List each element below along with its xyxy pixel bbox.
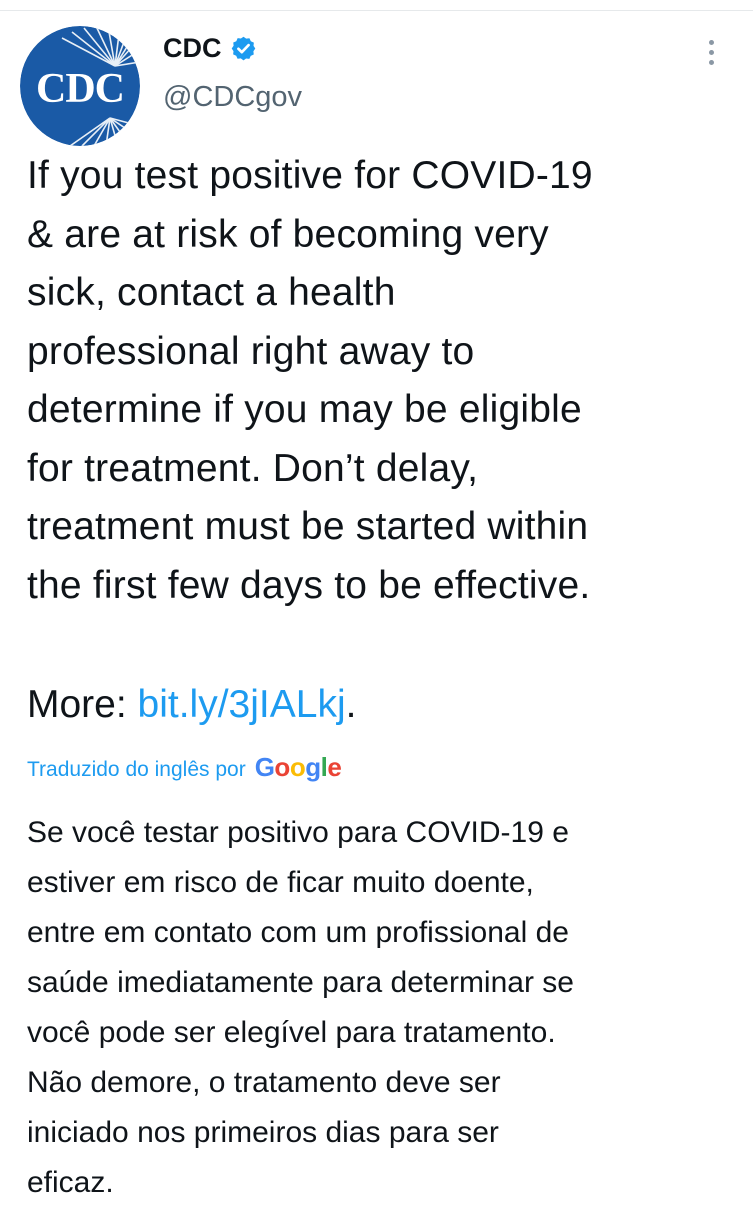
author-display-name[interactable]: CDC: [163, 32, 222, 64]
translation-line: você pode ser elegível para tratamento.: [27, 1016, 556, 1049]
translation-line: eficaz.: [27, 1166, 114, 1199]
avatar[interactable]: CDC: [20, 26, 140, 146]
tweet-text-line: treatment must be started within: [27, 505, 589, 548]
translation-line: Não demore, o tratamento deve ser: [27, 1066, 501, 1099]
translation-line: saúde imediatamente para determinar se: [27, 966, 574, 999]
tweet-text: If you test positive for COVID-19 & are …: [27, 147, 737, 615]
more-options-icon[interactable]: [696, 32, 726, 72]
cdc-logo-icon: CDC: [20, 26, 140, 146]
tweet-link[interactable]: bit.ly/3jIALkj: [138, 683, 346, 726]
tweet-text-line: the first few days to be effective.: [27, 563, 591, 607]
tweet-text-line: If you test positive for COVID-19: [27, 154, 593, 197]
translation-line: iniciado nos primeiros dias para ser: [27, 1116, 499, 1149]
translated-by-row[interactable]: Traduzido do inglês por Google: [27, 752, 342, 783]
more-line: More: bit.ly/3jIALkj.: [27, 676, 356, 734]
top-divider: [0, 10, 753, 11]
translation-line: entre em contato com um profissional de: [27, 916, 569, 949]
more-suffix: .: [345, 683, 357, 726]
tweet-text-line: & are at risk of becoming very: [27, 212, 549, 256]
tweet-text-line: for treatment. Don’t delay,: [27, 446, 479, 490]
avatar-text: CDC: [36, 66, 124, 112]
tweet-text-line: professional right away to: [27, 329, 475, 373]
tweet-text-line: determine if you may be eligible: [27, 388, 582, 431]
tweet-text-line: sick, contact a health: [27, 271, 396, 314]
google-logo-icon: Google: [254, 752, 342, 782]
author-name-row[interactable]: CDC: [163, 32, 257, 64]
more-prefix: More:: [27, 683, 138, 726]
translated-label[interactable]: Traduzido do inglês por: [27, 758, 246, 782]
author-handle[interactable]: @CDCgov: [163, 80, 302, 114]
translation-text: Se você testar positivo para COVID-19 e …: [27, 808, 742, 1208]
translation-line: estiver em risco de ficar muito doente,: [27, 866, 534, 899]
translation-line: Se você testar positivo para COVID-19 e: [27, 816, 569, 849]
verified-badge-icon: [231, 36, 255, 60]
